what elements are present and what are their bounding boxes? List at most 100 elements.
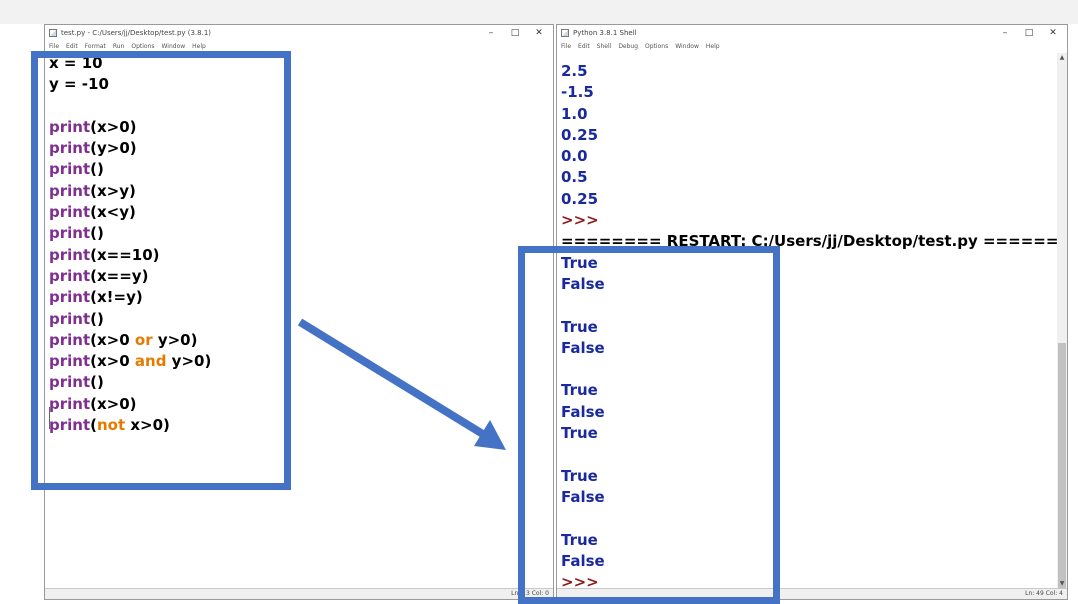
- code-keyword: print: [49, 224, 91, 243]
- code-editor[interactable]: x = 10 y = -10 print(x>0) print(y>0) print()…: [45, 53, 553, 589]
- code-line[interactable]: print(x>y): [49, 181, 553, 202]
- code-line[interactable]: print(): [49, 223, 553, 244]
- menu-edit[interactable]: Edit: [66, 43, 78, 50]
- code-text: (): [90, 160, 104, 179]
- code-line[interactable]: print(): [49, 372, 553, 393]
- output-line: True: [561, 317, 598, 336]
- code-text: (: [90, 416, 97, 435]
- output-line: False: [561, 274, 605, 293]
- menu-file[interactable]: File: [49, 43, 59, 50]
- output-line: 1.0: [561, 104, 588, 123]
- maximize-button[interactable]: □: [503, 25, 527, 41]
- code-line[interactable]: print(x>0): [49, 394, 553, 415]
- code-keyword: print: [49, 330, 91, 349]
- code-text: (y>0): [90, 139, 137, 158]
- editor-statusbar: Ln: 13 Col: 0: [45, 588, 553, 599]
- code-line[interactable]: print(): [49, 309, 553, 330]
- code-keyword: print: [49, 139, 91, 158]
- menu-run[interactable]: Run: [113, 43, 125, 50]
- code-keyword: print: [49, 117, 91, 136]
- code-line[interactable]: print(x>0 or y>0): [49, 330, 553, 351]
- menu-options[interactable]: Options: [645, 43, 668, 50]
- editor-menubar: File Edit Format Run Options Window Help: [45, 41, 553, 51]
- code-line[interactable]: y = -10: [49, 74, 553, 95]
- code-line[interactable]: print(x>0 and y>0): [49, 351, 553, 372]
- close-button[interactable]: ✕: [527, 25, 551, 41]
- python-icon: [561, 29, 569, 37]
- menu-window[interactable]: Window: [162, 43, 186, 50]
- minimize-button[interactable]: –: [993, 25, 1017, 41]
- code-keyword: print: [49, 352, 91, 371]
- editor-titlebar[interactable]: test.py - C:/Users/jj/Desktop/test.py (3…: [45, 25, 553, 41]
- code-line[interactable]: print(x==10): [49, 245, 553, 266]
- output-line: False: [561, 338, 605, 357]
- maximize-button[interactable]: □: [1017, 25, 1041, 41]
- code-text: (x==10): [90, 245, 160, 264]
- output-line: 0.25: [561, 125, 599, 144]
- file-icon: [49, 29, 57, 37]
- output-line: True: [561, 381, 598, 400]
- scrollbar-thumb[interactable]: [1058, 343, 1066, 588]
- menu-edit[interactable]: Edit: [578, 43, 590, 50]
- menu-window[interactable]: Window: [675, 43, 699, 50]
- code-text: y = -10: [49, 75, 109, 94]
- shell-output[interactable]: 2.5 -1.5 1.0 0.25 0.0 0.5 0.25 >>> ======== REST…: [557, 53, 1057, 589]
- code-line[interactable]: print(): [49, 159, 553, 180]
- code-line[interactable]: [49, 96, 553, 117]
- output-line: True: [561, 466, 598, 485]
- code-keyword: print: [49, 394, 91, 413]
- menu-format[interactable]: Format: [85, 43, 106, 50]
- code-keyword: print: [49, 309, 91, 328]
- code-text: (x>y): [90, 181, 136, 200]
- output-line: True: [561, 530, 598, 549]
- code-line[interactable]: print(x>0): [49, 117, 553, 138]
- shell-prompt: >>>: [561, 211, 599, 230]
- code-line[interactable]: print(not x>0): [49, 415, 553, 436]
- menu-options[interactable]: Options: [131, 43, 154, 50]
- code-text: y>0): [152, 330, 198, 349]
- code-text: (x>0): [90, 117, 137, 136]
- close-button[interactable]: ✕: [1041, 25, 1065, 41]
- output-line: True: [561, 424, 598, 443]
- code-line[interactable]: print(x==y): [49, 266, 553, 287]
- code-line[interactable]: print(y>0): [49, 138, 553, 159]
- code-line[interactable]: x = 10: [49, 53, 553, 74]
- code-line[interactable]: print(x!=y): [49, 287, 553, 308]
- shell-menubar: File Edit Shell Debug Options Window Hel…: [557, 41, 1067, 51]
- output-line: 2.5: [561, 62, 588, 80]
- scroll-up-icon[interactable]: ▲: [1057, 53, 1067, 63]
- code-line[interactable]: print(x<y): [49, 202, 553, 223]
- menu-debug[interactable]: Debug: [618, 43, 638, 50]
- menu-help[interactable]: Help: [192, 43, 206, 50]
- editor-title: test.py - C:/Users/jj/Desktop/test.py (3…: [61, 29, 212, 37]
- shell-statusbar: Ln: 49 Col: 4: [557, 588, 1067, 599]
- code-keyword: print: [49, 416, 91, 435]
- code-text: y>0): [166, 352, 212, 371]
- output-line: False: [561, 402, 605, 421]
- menu-shell[interactable]: Shell: [597, 43, 612, 50]
- code-keyword: print: [49, 288, 91, 307]
- code-text: (): [90, 373, 104, 392]
- output-line: 0.25: [561, 189, 599, 208]
- output-line: False: [561, 551, 605, 570]
- editor-status: Ln: 13 Col: 0: [511, 590, 549, 597]
- code-text: (x!=y): [90, 288, 143, 307]
- code-operator: or: [134, 330, 153, 349]
- shell-titlebar[interactable]: Python 3.8.1 Shell – □ ✕: [557, 25, 1067, 41]
- menu-help[interactable]: Help: [706, 43, 720, 50]
- code-keyword: print: [49, 203, 91, 222]
- minimize-button[interactable]: –: [479, 25, 503, 41]
- vertical-scrollbar[interactable]: ▲ ▼: [1057, 53, 1067, 589]
- code-text: (x>0: [90, 330, 135, 349]
- restart-banner: ======== RESTART: C:/Users/jj/Desktop/te…: [561, 232, 1057, 251]
- output-line: False: [561, 487, 605, 506]
- text-cursor: [49, 407, 50, 429]
- code-keyword: print: [49, 160, 91, 179]
- shell-status: Ln: 49 Col: 4: [1025, 590, 1063, 597]
- code-keyword: print: [49, 373, 91, 392]
- menu-file[interactable]: File: [561, 43, 571, 50]
